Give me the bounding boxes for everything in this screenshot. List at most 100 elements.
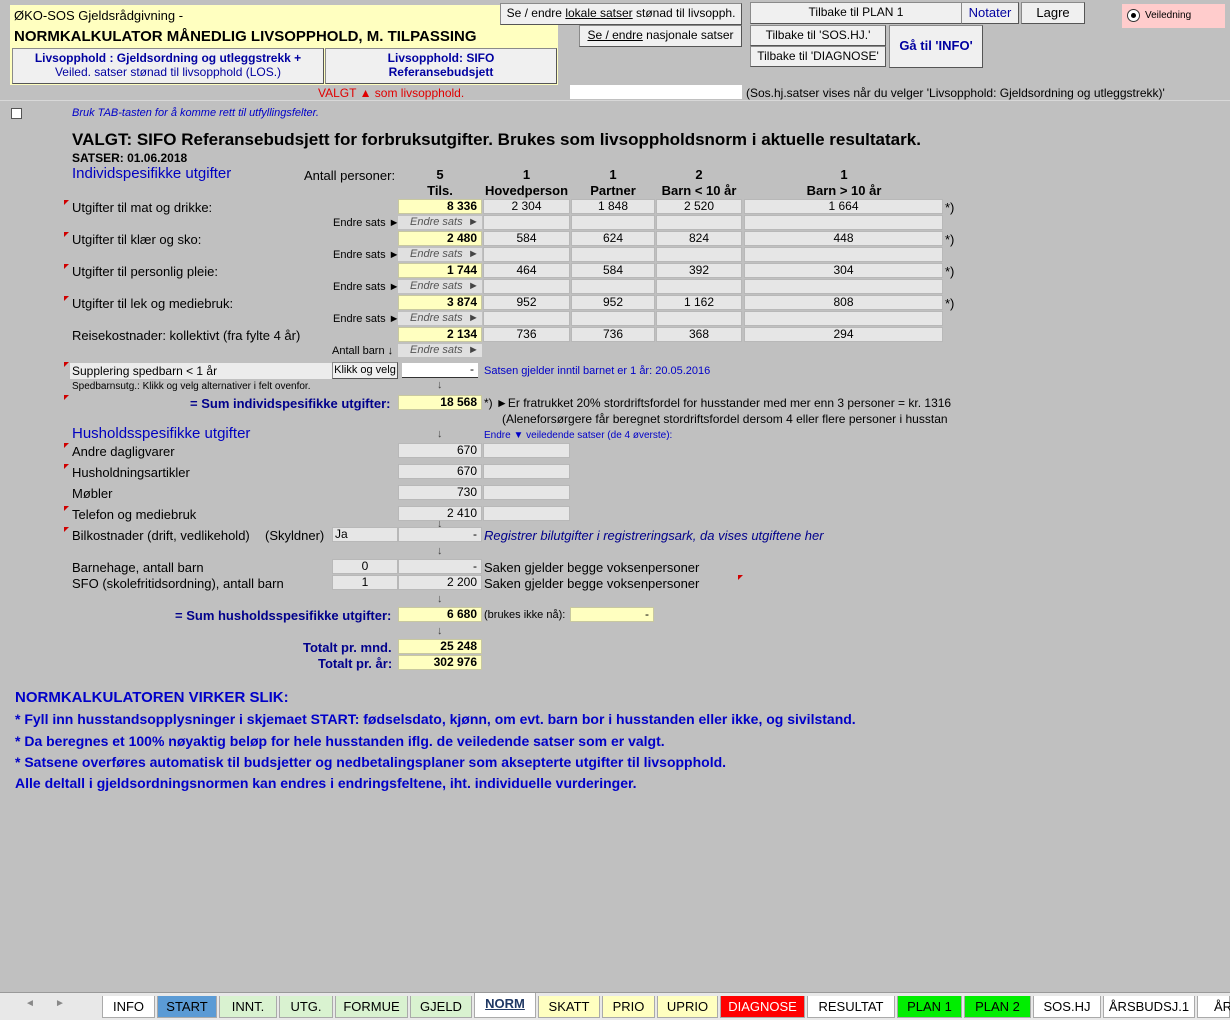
barn-o10-value[interactable]: 808 xyxy=(744,295,943,310)
plan1-button[interactable]: Tilbake til PLAN 1 xyxy=(750,2,962,24)
spedbarn-value[interactable]: - xyxy=(402,363,478,378)
sum-hush-label: = Sum husholdsspesifikke utgifter: xyxy=(175,608,392,623)
partner-value[interactable]: 952 xyxy=(571,295,655,310)
endre-cell[interactable] xyxy=(656,279,742,294)
hush-label: Husholdningsartikler xyxy=(72,465,190,480)
endre-cell[interactable] xyxy=(744,247,943,262)
nasjonale-satser-button[interactable]: Se / endre nasjonale satser xyxy=(579,25,742,47)
barn-u10-value[interactable]: 392 xyxy=(656,263,742,278)
soshj-note: (Sos.hj.satser vises når du velger 'Livs… xyxy=(746,86,1165,100)
barn-u10-value[interactable]: 1 162 xyxy=(656,295,742,310)
brukes-ikke-value: - xyxy=(570,607,654,622)
bil-ja-select[interactable]: Ja xyxy=(332,527,398,542)
partner-value[interactable]: 1 848 xyxy=(571,199,655,214)
sfo-count[interactable]: 1 xyxy=(332,575,398,590)
info-line: * Satsene overføres automatisk til budsj… xyxy=(15,754,727,770)
tab-start[interactable]: START xyxy=(157,996,217,1018)
tab-skatt[interactable]: SKATT xyxy=(538,996,600,1018)
hoved-value[interactable]: 952 xyxy=(483,295,570,310)
lokale-pre: Se / endre xyxy=(506,6,566,21)
down-arrow-icon: ↓ xyxy=(437,625,443,637)
tab-plan1[interactable]: PLAN 1 xyxy=(897,996,962,1018)
comment-marker xyxy=(64,232,69,237)
barn-o10-value[interactable]: 294 xyxy=(744,327,943,342)
endre-cell[interactable] xyxy=(571,215,655,230)
barnehage-count[interactable]: 0 xyxy=(332,559,398,574)
stordrift-note-2: (Aleneforsørgere får beregnet stordrifts… xyxy=(502,412,948,426)
tab-resultat[interactable]: RESULTAT xyxy=(807,996,895,1018)
notater-button[interactable]: Notater xyxy=(961,2,1019,24)
endre-cell[interactable] xyxy=(571,279,655,294)
hoved-value[interactable]: 464 xyxy=(483,263,570,278)
klikk-velg-button[interactable]: Klikk og velg xyxy=(332,362,398,379)
barn-u10-value[interactable]: 368 xyxy=(656,327,742,342)
partner-value[interactable]: 736 xyxy=(571,327,655,342)
endre-cell[interactable] xyxy=(571,311,655,326)
tab-aarsbudsj1[interactable]: ÅRSBUDSJ.1 xyxy=(1103,996,1195,1018)
endre-cell[interactable] xyxy=(656,311,742,326)
totalt-aar-value: 302 976 xyxy=(398,655,482,670)
tab-utg[interactable]: UTG. xyxy=(279,996,333,1018)
hush-endre-cell[interactable] xyxy=(483,464,570,479)
hush-endre-cell[interactable] xyxy=(483,506,570,521)
endre-sats-label: Endre sats ► xyxy=(333,249,400,261)
tab-diagnose[interactable]: DIAGNOSE xyxy=(720,996,805,1018)
barn-o10-value[interactable]: 1 664 xyxy=(744,199,943,214)
soshj-button[interactable]: Tilbake til 'SOS.HJ.' xyxy=(750,25,886,46)
hoved-value[interactable]: 736 xyxy=(483,327,570,342)
sum-hush-value: 6 680 xyxy=(398,607,482,622)
antall-label: Antall personer: xyxy=(304,168,396,183)
tab-norm[interactable]: NORM xyxy=(474,993,536,1018)
endre-cell[interactable] xyxy=(483,279,570,294)
endre-cell[interactable] xyxy=(483,215,570,230)
endre-cell[interactable] xyxy=(656,215,742,230)
hoved-value[interactable]: 584 xyxy=(483,231,570,246)
hush-endre-cell[interactable] xyxy=(483,443,570,458)
comment-marker xyxy=(64,443,69,448)
next-sheet-icon[interactable]: ► xyxy=(55,998,65,1009)
tab-soshj[interactable]: SOS.HJ xyxy=(1033,996,1101,1018)
endre-cell[interactable] xyxy=(483,311,570,326)
lokale-satser-button[interactable]: Se / endre lokale satser stønad til livs… xyxy=(500,3,742,25)
tab-plan2[interactable]: PLAN 2 xyxy=(964,996,1031,1018)
veiledning-radio[interactable] xyxy=(1127,9,1140,22)
tab-innt[interactable]: INNT. xyxy=(219,996,277,1018)
partner-value[interactable]: 584 xyxy=(571,263,655,278)
barn-u10-value[interactable]: 2 520 xyxy=(656,199,742,214)
comment-marker xyxy=(64,506,69,511)
tab-uprio[interactable]: UPRIO xyxy=(657,996,718,1018)
barn-u10-value[interactable]: 824 xyxy=(656,231,742,246)
partner-value[interactable]: 624 xyxy=(571,231,655,246)
tab-checkbox[interactable] xyxy=(11,108,22,119)
barnehage-label: Barnehage, antall barn xyxy=(72,560,204,575)
prev-sheet-icon[interactable]: ◄ xyxy=(25,998,35,1009)
arrow-icon: ► xyxy=(468,344,479,356)
stordrift-note-1: *) ►Er fratrukket 20% stordriftsfordel f… xyxy=(484,396,952,410)
barn-o10-value[interactable]: 304 xyxy=(744,263,943,278)
barn-o10-value[interactable]: 448 xyxy=(744,231,943,246)
tab-gjeld[interactable]: GJELD xyxy=(410,996,472,1018)
down-arrow-icon: ↓ xyxy=(437,593,443,605)
tab-prio[interactable]: PRIO xyxy=(602,996,655,1018)
endre-cell[interactable] xyxy=(744,279,943,294)
endre-cell[interactable] xyxy=(656,247,742,262)
tab-hint: Bruk TAB-tasten for å komme rett til utf… xyxy=(72,107,319,119)
lagre-button[interactable]: Lagre xyxy=(1021,2,1085,24)
hoved-value[interactable]: 2 304 xyxy=(483,199,570,214)
diagnose-button[interactable]: Tilbake til 'DIAGNOSE' xyxy=(750,46,886,67)
tab-info[interactable]: INFO xyxy=(102,996,155,1018)
endre-cell[interactable] xyxy=(483,247,570,262)
gjeldsordning-button[interactable]: Livsopphold : Gjeldsordning og utleggstr… xyxy=(12,48,324,84)
hush-endre-cell[interactable] xyxy=(483,485,570,500)
tab-formue[interactable]: FORMUE xyxy=(335,996,408,1018)
endre-cell[interactable] xyxy=(744,311,943,326)
col-count-partner: 1 xyxy=(609,167,617,182)
info-button[interactable]: Gå til 'INFO' xyxy=(889,25,983,68)
endre-cell[interactable] xyxy=(571,247,655,262)
tab-aar[interactable]: ÅR xyxy=(1197,996,1230,1018)
endre-cell[interactable] xyxy=(744,215,943,230)
hush-value: 730 xyxy=(398,485,482,500)
arrow-icon: ► xyxy=(468,312,479,324)
radio-dot xyxy=(1131,13,1136,18)
sifo-button[interactable]: Livsopphold: SIFO Referansebudsjett xyxy=(325,48,557,84)
